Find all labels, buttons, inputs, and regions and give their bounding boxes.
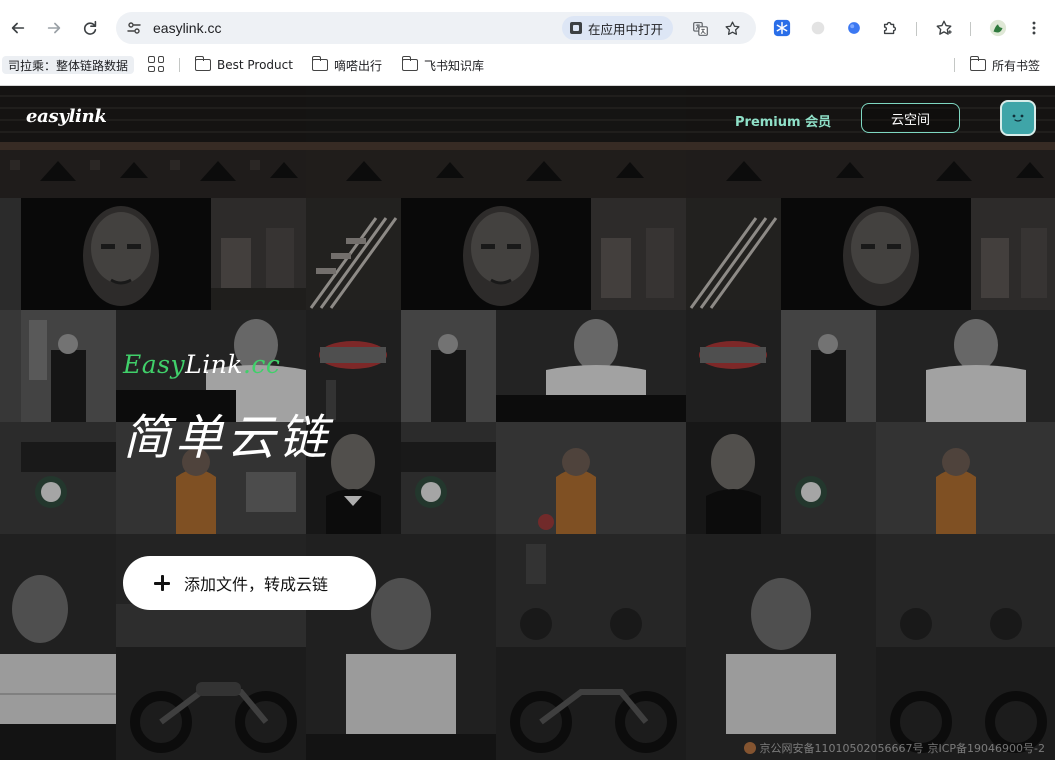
plus-icon — [154, 575, 170, 591]
folder-icon — [401, 56, 418, 71]
avatar-face-icon — [1012, 114, 1024, 122]
background-photo — [401, 310, 496, 422]
background-photo — [0, 198, 21, 310]
background-photo — [401, 198, 591, 310]
page-content: easylink Premium 会员 云空间 EasyLink.cc 简单云链… — [0, 86, 1055, 760]
bookmark-item[interactable]: 司拉乘：整体链路数据 — [2, 56, 135, 74]
toolbar-divider — [916, 22, 917, 36]
background-photo — [591, 198, 686, 310]
bookmark-label: Best Product — [217, 58, 293, 72]
site-settings-icon[interactable] — [124, 18, 144, 38]
hero-brand-domain: .cc — [242, 350, 281, 379]
background-photo — [211, 198, 306, 310]
background-photo — [876, 310, 1055, 422]
reload-icon — [83, 20, 97, 35]
reload-button[interactable] — [76, 14, 104, 42]
footer-records: 京公网安备11010502056667号 京ICP备19046900号-2 — [743, 740, 1045, 756]
bookmark-item[interactable]: 嘀嗒出行 — [311, 56, 383, 74]
profile-avatar-icon[interactable] — [988, 18, 1008, 38]
background-photo — [21, 310, 116, 422]
background-photo — [496, 647, 686, 760]
background-photo — [401, 422, 496, 534]
arrow-right-icon — [47, 22, 61, 34]
top-nav: easylink Premium 会员 云空间 — [0, 86, 1055, 150]
arrow-left-icon — [11, 22, 25, 34]
bookmark-item[interactable]: 飞书知识库 — [401, 56, 485, 74]
all-bookmarks-item[interactable]: 所有书签 — [969, 56, 1041, 74]
extension-blue-dot-icon[interactable] — [844, 18, 864, 38]
background-photo — [686, 534, 876, 760]
background-photo — [781, 422, 876, 534]
back-button[interactable] — [4, 14, 32, 42]
cloud-space-button[interactable]: 云空间 — [861, 103, 960, 133]
folder-icon — [969, 56, 986, 71]
background-photo — [306, 198, 401, 310]
background-photo — [971, 198, 1055, 310]
extension-moon-icon[interactable] — [808, 18, 828, 38]
bookmark-separator — [954, 58, 955, 72]
icp-record-link[interactable]: 京ICP备19046900号-2 — [927, 740, 1045, 756]
hero-title: 简单云链 — [123, 410, 332, 466]
folder-icon — [311, 56, 328, 71]
hero-brand-link: Link — [185, 350, 243, 379]
background-photo — [876, 534, 1055, 647]
background-photo — [686, 310, 781, 422]
background-photo — [781, 310, 876, 422]
premium-link[interactable]: Premium 会员 — [735, 111, 831, 130]
hero-brand: EasyLink.cc — [123, 350, 280, 379]
add-file-button[interactable]: 添加文件，转成云链 — [123, 556, 376, 610]
add-file-label: 添加文件，转成云链 — [184, 575, 329, 594]
bookmark-label: 飞书知识库 — [424, 58, 485, 73]
background-photo — [21, 422, 116, 534]
app-icon — [570, 22, 582, 34]
police-badge-icon — [743, 742, 756, 754]
toolbar-divider — [970, 22, 971, 36]
bookmark-label: 司拉乘：整体链路数据 — [2, 56, 135, 74]
folder-icon — [194, 56, 211, 71]
translate-icon[interactable] — [689, 17, 711, 39]
bookmark-item[interactable]: Best Product — [194, 56, 293, 74]
background-photo — [496, 534, 686, 647]
hero-brand-easy: Easy — [123, 350, 186, 379]
background-photo — [21, 198, 211, 310]
background-photo — [686, 198, 781, 310]
all-bookmarks-label: 所有书签 — [992, 58, 1041, 73]
site-logo[interactable]: easylink — [26, 106, 107, 127]
bookmark-label: 嘀嗒出行 — [334, 58, 383, 73]
background-photo — [686, 422, 781, 534]
extension-snowflake-icon[interactable] — [772, 18, 792, 38]
background-photo — [781, 198, 971, 310]
open-in-app-label: 在应用中打开 — [588, 21, 664, 37]
bookmark-star-icon[interactable] — [721, 17, 743, 39]
background-photo — [0, 422, 21, 534]
background-photo — [876, 422, 1055, 534]
bookmark-separator — [179, 58, 180, 72]
reading-list-star-icon[interactable] — [934, 18, 954, 38]
apps-grid-icon[interactable] — [148, 56, 164, 72]
background-photo — [116, 647, 306, 760]
background-photo — [0, 310, 21, 422]
background-photo — [496, 422, 686, 534]
browser-chrome: easylink.cc 在应用中打开 司拉乘：整体链路数据 Best Produ… — [0, 0, 1055, 86]
extensions-puzzle-icon[interactable] — [880, 18, 900, 38]
user-avatar[interactable] — [1000, 100, 1036, 136]
background-photo — [496, 310, 686, 422]
police-record-link[interactable]: 京公网安备11010502056667号 — [760, 740, 924, 756]
open-in-app-chip[interactable]: 在应用中打开 — [562, 16, 674, 40]
url-text[interactable]: easylink.cc — [153, 20, 221, 36]
more-menu-icon[interactable] — [1024, 18, 1044, 38]
forward-button[interactable] — [40, 14, 68, 42]
browser-toolbar: easylink.cc 在应用中打开 — [0, 8, 1055, 48]
address-bar[interactable]: easylink.cc 在应用中打开 — [116, 12, 756, 44]
background-photo — [0, 534, 116, 760]
